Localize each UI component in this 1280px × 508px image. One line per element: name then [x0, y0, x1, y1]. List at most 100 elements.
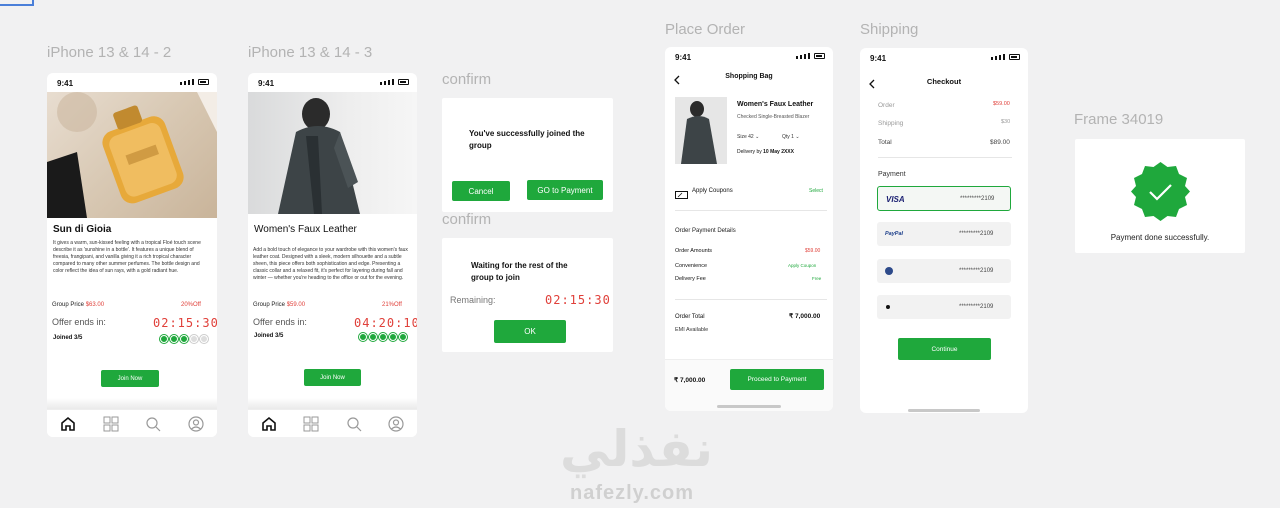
waiting-message: Waiting for the rest of the group to joi…: [471, 261, 568, 282]
group-price-text: Group Price: [52, 302, 85, 308]
card-number: *********2109: [960, 196, 995, 202]
size-selector[interactable]: Size 42 ⌄: [737, 134, 759, 140]
signal-icon: [991, 54, 1020, 60]
total-amount: 7,000.00: [794, 313, 821, 320]
group-price-value: $63.00: [85, 302, 105, 308]
convenience-label: Convenience: [675, 263, 708, 269]
status-bar: 9:41: [248, 73, 417, 91]
user-icon[interactable]: [388, 415, 404, 432]
qty-label: Qty: [782, 134, 790, 140]
avatar: [190, 335, 198, 343]
frame-label-confirm1: confirm: [442, 71, 492, 88]
divider: [675, 299, 827, 300]
qty-value: 1: [791, 134, 794, 140]
selection-corner: [0, 0, 34, 6]
frame-label-shipping: Shipping: [860, 21, 919, 38]
home-indicator: [908, 409, 980, 412]
shopping-bag-screen: 9:41 Shopping Bag Women's Faux Leather C…: [665, 47, 833, 411]
emi-available: EMI Available: [675, 327, 709, 333]
order-total-value: ₹ 7,000.00: [789, 312, 820, 320]
search-icon[interactable]: [346, 416, 362, 432]
continue-button[interactable]: Continue: [898, 338, 991, 360]
item-thumbnail: [675, 97, 727, 164]
status-bar: 9:41: [860, 48, 1028, 66]
home-icon[interactable]: [60, 416, 76, 432]
currency-symbol: ₹: [789, 313, 794, 320]
discount-badge: 20%Off: [181, 302, 201, 308]
grid-icon[interactable]: [303, 416, 319, 432]
avatar: [389, 333, 397, 341]
checkout-screen: 9:41 Checkout Order $59.00 Shipping $30 …: [860, 48, 1028, 413]
shipping-label: Shipping: [878, 120, 904, 127]
delivery-info: Delivery by 10 May 2XXX: [737, 149, 794, 155]
success-message: Payment done successfully.: [1110, 233, 1210, 242]
check-icon: [1130, 161, 1191, 227]
avatar: [160, 335, 168, 343]
battery-icon: [198, 79, 209, 85]
avatar: [369, 333, 377, 341]
payment-success-card: Payment done successfully.: [1075, 139, 1245, 253]
apply-coupons-label: Apply Coupons: [692, 188, 733, 194]
payment-method-card[interactable]: *********2109: [877, 259, 1011, 283]
offer-ends-label: Offer ends in:: [253, 317, 307, 327]
visa-logo: VISA: [886, 195, 905, 204]
total-label: Total: [878, 139, 892, 146]
payment-method-apple[interactable]: *********2109: [877, 295, 1011, 319]
perfume-bottle-illustration: [47, 92, 217, 218]
confirm-dialog-joined: You've successfully joined the group Can…: [442, 98, 613, 212]
coupon-icon: [675, 186, 688, 204]
ok-button[interactable]: OK: [494, 320, 566, 343]
frame-label-place-order: Place Order: [665, 21, 746, 38]
avatar: [359, 333, 367, 341]
product-description: Add a bold touch of elegance to your war…: [253, 247, 408, 281]
countdown-timer: 04:20:10: [354, 316, 417, 330]
card-number: *********2109: [959, 304, 994, 310]
join-now-button[interactable]: Join Now: [101, 370, 159, 387]
frame-label-frame34019: Frame 34019: [1074, 111, 1164, 128]
status-time: 9:41: [870, 54, 887, 63]
status-time: 9:41: [675, 53, 692, 62]
size-label: Size: [737, 134, 747, 140]
avatar: [170, 335, 178, 343]
payment-method-visa[interactable]: VISA *********2109: [877, 186, 1011, 211]
search-icon[interactable]: [145, 416, 161, 432]
user-icon[interactable]: [188, 415, 204, 432]
qty-selector[interactable]: Qty 1 ⌄: [782, 134, 800, 140]
remaining-timer: 02:15:30: [545, 293, 611, 307]
member-avatars: [160, 335, 208, 343]
confirm-dialog-waiting: Waiting for the rest of the group to joi…: [442, 238, 613, 352]
proceed-to-payment-button[interactable]: Proceed to Payment: [730, 369, 824, 390]
order-amounts-label: Order Amounts: [675, 248, 712, 254]
payment-method-paypal[interactable]: PayPal *********2109: [877, 222, 1011, 246]
card-number: *********2109: [959, 231, 994, 237]
page-title: Shopping Bag: [725, 73, 773, 80]
cancel-button[interactable]: Cancel: [452, 181, 510, 201]
order-total-label: Order Total: [675, 314, 705, 320]
offer-ends-label: Offer ends in:: [52, 317, 106, 327]
divider: [878, 157, 1012, 158]
item-description: Checked Single-Breasted Blazer: [737, 114, 810, 120]
grid-icon[interactable]: [103, 416, 119, 432]
product-description: It gives a warm, sun-kissed feeling with…: [53, 240, 201, 274]
discount-badge: 21%Off: [382, 302, 402, 308]
join-now-button[interactable]: Join Now: [304, 369, 361, 386]
avatar: [180, 335, 188, 343]
order-label: Order: [878, 102, 895, 109]
payment-details-title: Order Payment Details: [675, 228, 736, 234]
go-to-payment-button[interactable]: GO to Payment: [527, 180, 603, 200]
divider: [675, 210, 827, 211]
avatar: [200, 335, 208, 343]
home-icon[interactable]: [261, 416, 277, 432]
status-time: 9:41: [258, 79, 275, 88]
select-coupon-link[interactable]: Select: [809, 188, 823, 194]
payment-label: Payment: [878, 171, 906, 178]
shipping-value: $30: [1001, 119, 1011, 125]
remaining-label: Remaining:: [450, 295, 496, 305]
group-price-label: Group Price $59.00: [253, 302, 305, 308]
group-price-label: Group Price $63.00: [52, 302, 104, 308]
home-indicator: [717, 405, 781, 408]
product-title: Women's Faux Leather: [254, 224, 357, 235]
watermark-arabic: نفذلي: [560, 420, 714, 478]
apply-coupon-link[interactable]: Apply Coupon: [788, 263, 816, 268]
countdown-timer: 02:15:30: [153, 316, 217, 330]
